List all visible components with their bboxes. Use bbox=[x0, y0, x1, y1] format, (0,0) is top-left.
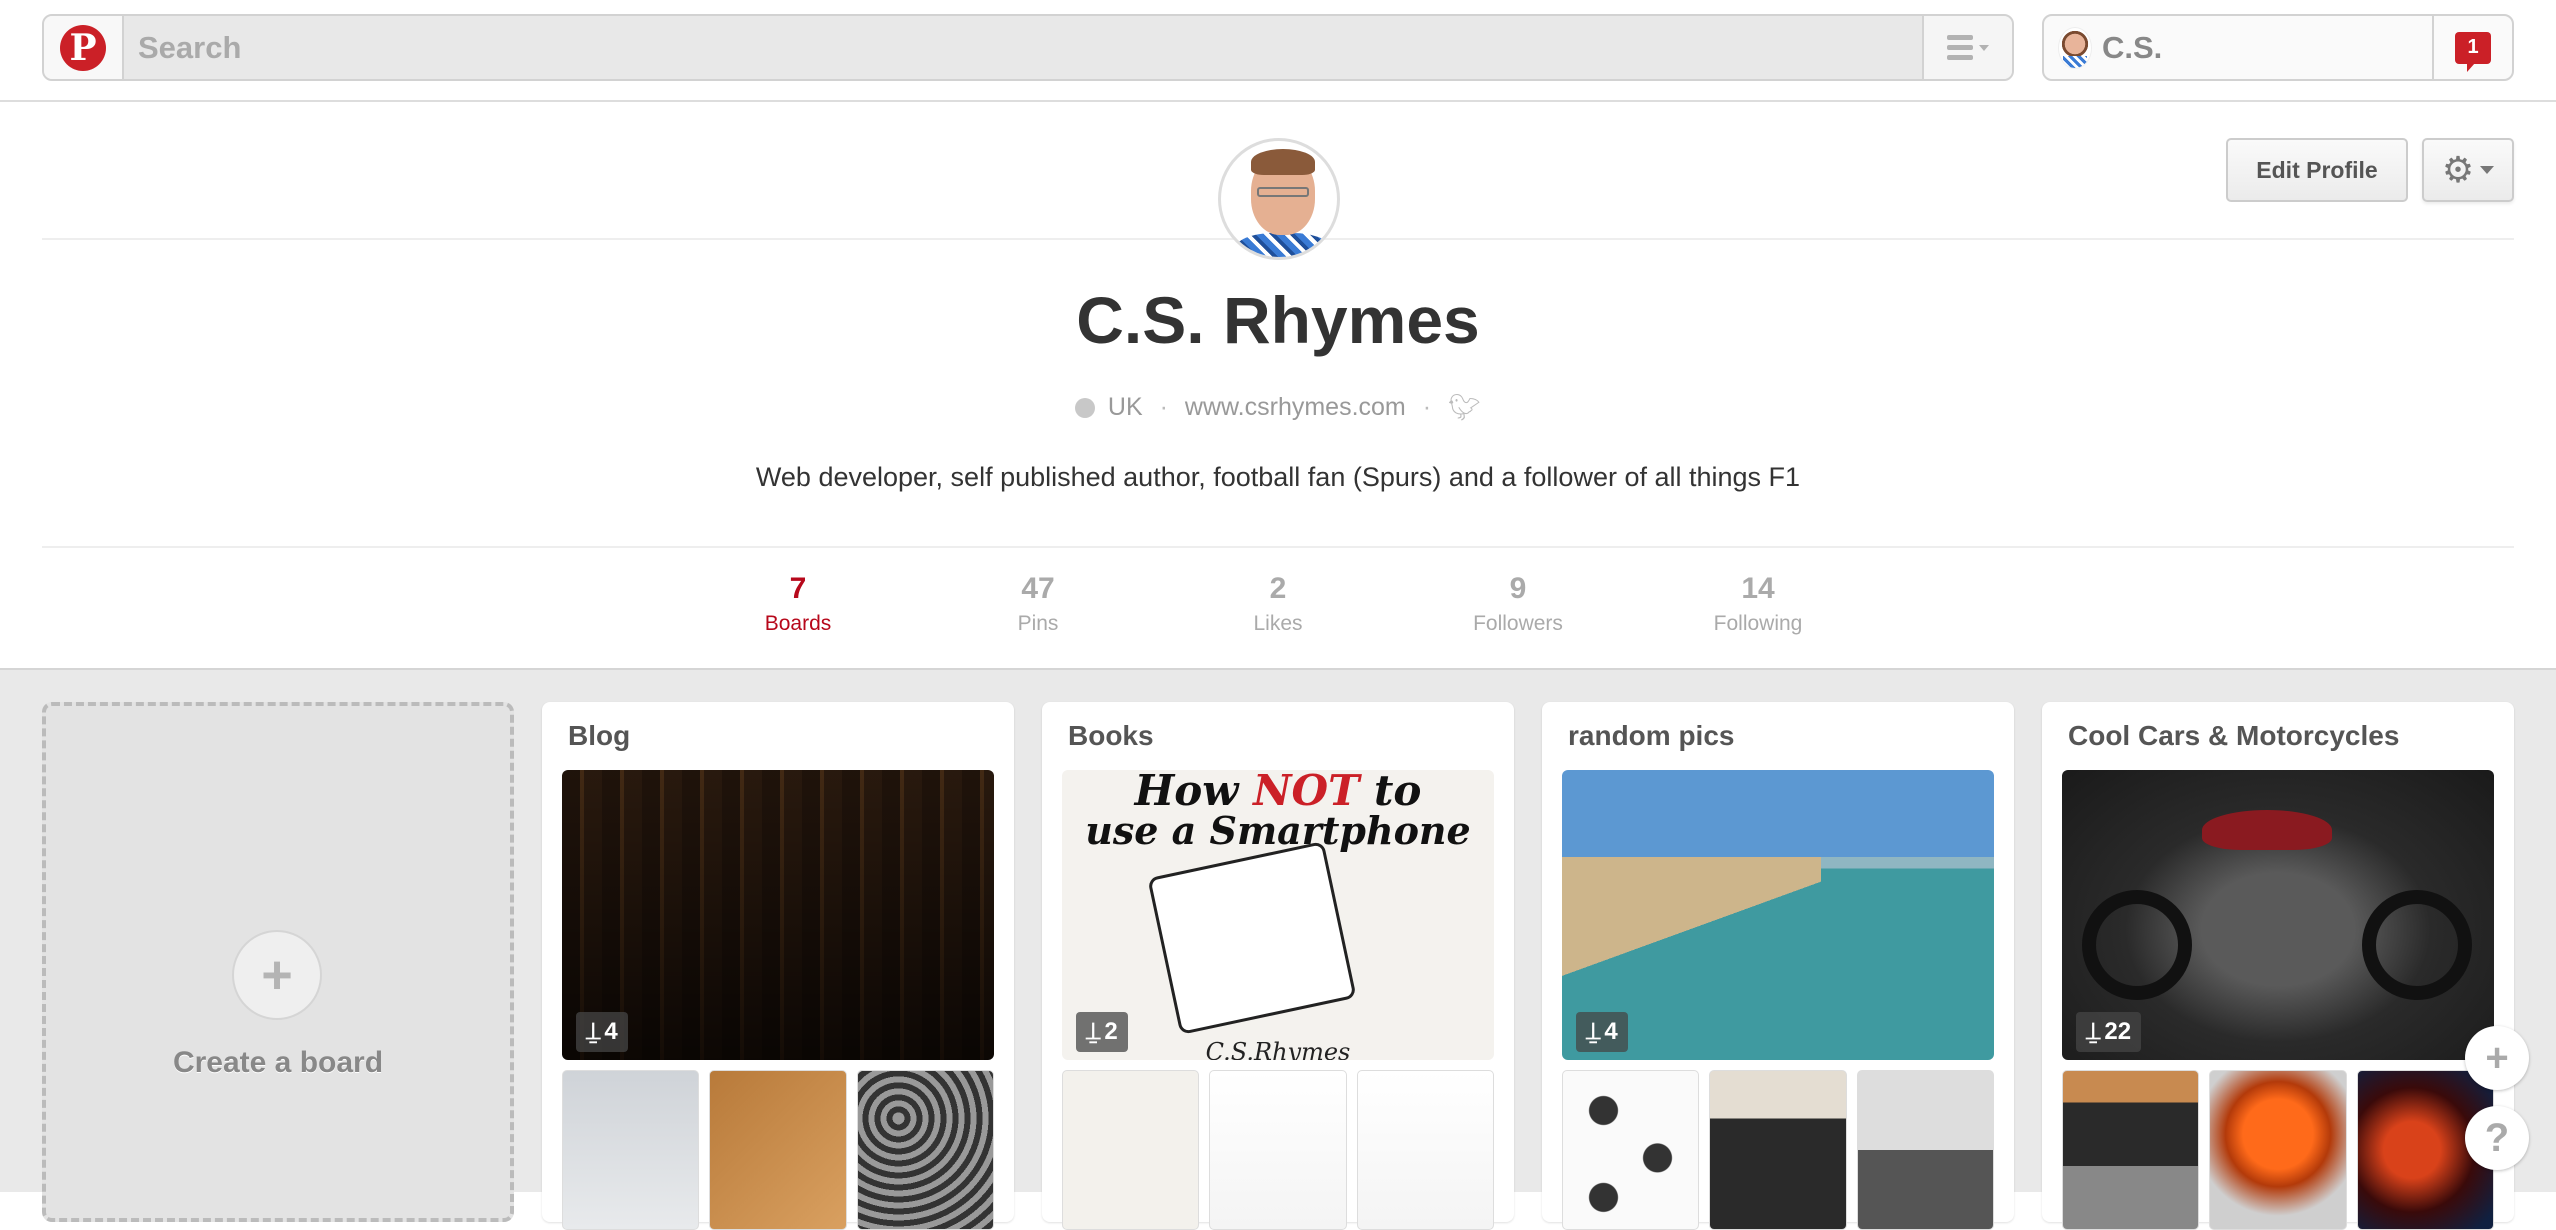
stat-value: 47 bbox=[1021, 572, 1055, 605]
board-thumbnails bbox=[562, 1070, 994, 1230]
tab-likes[interactable]: 2 Likes bbox=[1158, 572, 1398, 636]
book-cover-subtitle: use a Smartphone bbox=[1085, 808, 1471, 853]
thumbnail-image bbox=[2062, 1070, 2200, 1230]
board-title: Cool Cars & Motorcycles bbox=[2068, 720, 2400, 751]
stat-value: 14 bbox=[1741, 572, 1775, 605]
board-card-cool-cars[interactable]: Cool Cars & Motorcycles ⍊ 22 bbox=[2042, 702, 2514, 1230]
thumbnail-image bbox=[1562, 1070, 1700, 1230]
stat-label: Boards bbox=[764, 612, 832, 635]
user-name: C.S. bbox=[2102, 29, 2163, 65]
search-input[interactable] bbox=[124, 16, 1922, 79]
twitter-icon[interactable]: 🐦︎ bbox=[1448, 392, 1481, 423]
board-card-blog[interactable]: Blog ⍊ 4 bbox=[542, 702, 1014, 1230]
board-cover-image: ⍊ 4 bbox=[562, 770, 994, 1060]
pin-count: 4 bbox=[1604, 1018, 1618, 1045]
thumbnail-image bbox=[856, 1070, 994, 1230]
thumbnail-image bbox=[2209, 1070, 2347, 1230]
board-thumbnails bbox=[1562, 1070, 1994, 1230]
stat-label: Likes bbox=[1253, 612, 1303, 635]
board-thumbnails bbox=[2062, 1070, 2494, 1230]
empty-thumbnail bbox=[1356, 1070, 1494, 1230]
thumbnail-image bbox=[1062, 1070, 1200, 1230]
board-cover-image: ⍊ 22 bbox=[2062, 770, 2494, 1060]
stat-value: 9 bbox=[1509, 572, 1527, 605]
board-thumbnails bbox=[1062, 1070, 1494, 1230]
user-avatar bbox=[2058, 26, 2092, 69]
pinterest-home-link[interactable]: P bbox=[44, 16, 124, 79]
phone-drawing bbox=[1147, 841, 1357, 1035]
profile-name: C.S. Rhymes bbox=[1076, 283, 1480, 357]
stat-label: Pins bbox=[1017, 612, 1059, 635]
website-link[interactable]: www.csrhymes.com bbox=[1185, 393, 1406, 421]
pin-icon: ⍊ bbox=[586, 1018, 601, 1045]
profile-stats: 7 Boards 47 Pins 2 Likes 9 Followers 14 … bbox=[0, 572, 2556, 636]
empty-thumbnail bbox=[1209, 1070, 1347, 1230]
separator: · bbox=[1422, 393, 1432, 421]
pin-icon: ⍊ bbox=[1586, 1018, 1601, 1045]
stat-label: Following bbox=[1713, 612, 1803, 635]
divider bbox=[42, 546, 2514, 548]
create-board-label: Create a board bbox=[172, 1046, 384, 1079]
tab-following[interactable]: 14 Following bbox=[1638, 572, 1878, 636]
pin-count: 2 bbox=[1104, 1018, 1118, 1045]
pin-count-badge: ⍊ 4 bbox=[576, 1012, 628, 1052]
pin-count-badge: ⍊ 2 bbox=[1076, 1012, 1128, 1052]
add-pin-button[interactable]: + bbox=[2465, 1026, 2529, 1090]
notification-badge: 1 bbox=[2455, 31, 2491, 72]
board-title: Books bbox=[1068, 720, 1154, 751]
thumbnail-image bbox=[562, 1070, 700, 1230]
edit-profile-button[interactable]: Edit Profile bbox=[2226, 138, 2408, 202]
create-board-button[interactable]: + Create a board bbox=[42, 702, 514, 1222]
plus-icon: + bbox=[232, 930, 322, 1020]
profile-avatar bbox=[1218, 138, 1340, 260]
notifications-button[interactable]: 1 bbox=[2432, 16, 2512, 79]
help-button[interactable]: ? bbox=[2465, 1106, 2529, 1170]
board-title: random pics bbox=[1568, 720, 1735, 751]
pin-count: 4 bbox=[604, 1018, 618, 1045]
tab-followers[interactable]: 9 Followers bbox=[1398, 572, 1638, 636]
globe-icon bbox=[1074, 397, 1095, 418]
boards-grid: + Create a board Blog ⍊ 4 Books How NOT t… bbox=[0, 668, 2556, 1230]
board-cover-image: How NOT to use a Smartphone C.S.Rhymes ⍊… bbox=[1062, 770, 1494, 1060]
board-cover-image: ⍊ 4 bbox=[1562, 770, 1994, 1060]
pin-count-badge: ⍊ 22 bbox=[2076, 1012, 2142, 1052]
thumbnail-image bbox=[1709, 1070, 1847, 1230]
thumbnail-image bbox=[1856, 1070, 1994, 1230]
categories-menu-button[interactable] bbox=[1922, 16, 2012, 79]
pinterest-logo-icon: P bbox=[60, 24, 106, 71]
board-card-random-pics[interactable]: random pics ⍊ 4 bbox=[1542, 702, 2014, 1230]
user-profile-button[interactable]: C.S. bbox=[2044, 16, 2432, 79]
chevron-down-icon bbox=[2480, 166, 2495, 174]
tab-boards[interactable]: 7 Boards bbox=[678, 572, 918, 636]
stat-label: Followers bbox=[1473, 612, 1563, 635]
location: UK bbox=[1107, 393, 1143, 421]
thumbnail-image bbox=[709, 1070, 847, 1230]
board-title: Blog bbox=[568, 720, 631, 751]
stat-value: 7 bbox=[789, 572, 807, 605]
top-nav-bar: P C.S. 1 bbox=[0, 0, 2556, 102]
stat-value: 2 bbox=[1269, 572, 1287, 605]
pin-icon: ⍊ bbox=[2086, 1018, 2101, 1045]
pin-count-badge: ⍊ 4 bbox=[1576, 1012, 1628, 1052]
tab-pins[interactable]: 47 Pins bbox=[918, 572, 1158, 636]
profile-meta: UK · www.csrhymes.com · 🐦︎ bbox=[0, 392, 2556, 423]
hamburger-icon bbox=[1947, 35, 1973, 60]
chevron-down-icon bbox=[1979, 44, 1989, 51]
separator: · bbox=[1159, 393, 1168, 421]
search-bar: P bbox=[42, 14, 2014, 81]
gear-icon: ⚙ bbox=[2441, 149, 2475, 190]
board-card-books[interactable]: Books How NOT to use a Smartphone C.S.Rh… bbox=[1042, 702, 1514, 1230]
profile-bio: Web developer, self published author, fo… bbox=[755, 462, 1801, 492]
pin-icon: ⍊ bbox=[1086, 1018, 1101, 1045]
settings-button[interactable]: ⚙ bbox=[2422, 138, 2514, 202]
profile-header: Edit Profile ⚙ C.S. Rhymes UK · www.csrh… bbox=[0, 102, 2556, 668]
pin-count: 22 bbox=[2104, 1018, 2132, 1045]
user-menu: C.S. 1 bbox=[2042, 14, 2514, 81]
